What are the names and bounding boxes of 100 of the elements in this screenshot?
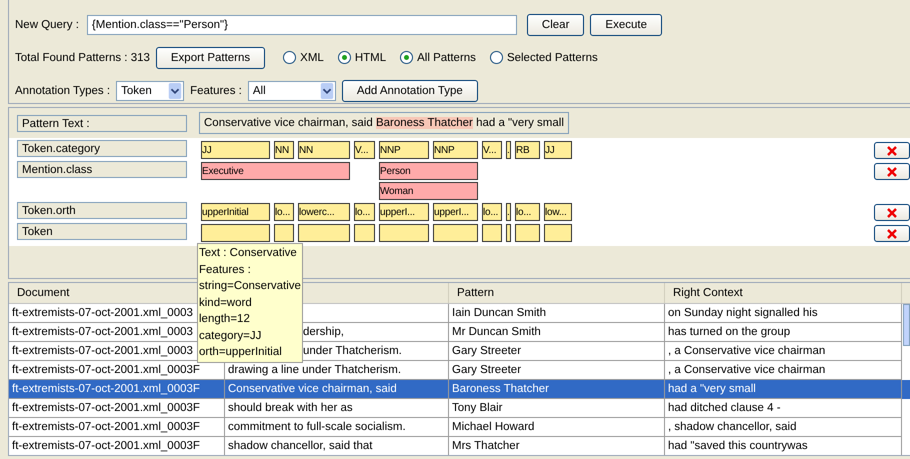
- token-box[interactable]: [354, 224, 375, 242]
- table-cell-text: Mrs Thatcher: [452, 440, 520, 452]
- annotation-row-label: Mention.class: [17, 161, 187, 178]
- scrollbar[interactable]: [903, 304, 910, 346]
- features-dropdown[interactable]: All: [248, 80, 336, 100]
- radio-icon[interactable]: [338, 51, 351, 64]
- table-cell-text: ft-extremists-07-oct-2001.xml_0003: [12, 307, 193, 319]
- annotation-box[interactable]: Executive: [201, 162, 350, 180]
- annotation-box[interactable]: lo...: [274, 203, 294, 221]
- table-cell-text: shadow chancellor, said that: [228, 440, 372, 452]
- caret-icon: [320, 82, 334, 98]
- table-cell-text: Michael Howard: [452, 421, 534, 433]
- annotation-box[interactable]: lo...: [515, 203, 540, 221]
- token-box[interactable]: [379, 224, 429, 242]
- token-box[interactable]: [274, 224, 294, 242]
- table-cell-text: Gary Streeter: [452, 364, 522, 376]
- annotation-box[interactable]: upperI...: [433, 203, 478, 221]
- table-cell-text: had "saved this countrywas: [668, 440, 808, 452]
- annotation-box[interactable]: Person: [379, 162, 478, 180]
- token-box[interactable]: [544, 224, 572, 242]
- query-button[interactable]: Execute: [590, 14, 662, 36]
- total-patterns-label: Total Found Patterns : 313: [15, 52, 150, 64]
- scope-radio[interactable]: All Patterns: [400, 51, 476, 64]
- token-box[interactable]: [298, 224, 350, 242]
- tooltip-line: orth=upperInitial: [199, 345, 283, 360]
- annotation-box[interactable]: V...: [482, 141, 502, 159]
- table-cell-text: had ditched clause 4 -: [668, 402, 781, 414]
- table-cell-text: on Sunday night signalled his: [668, 307, 818, 319]
- tooltip-line: Text : Conservative: [199, 246, 298, 261]
- delete-row-button[interactable]: [874, 225, 910, 242]
- token-box[interactable]: [515, 224, 540, 242]
- column-header[interactable]: Right Context: [673, 287, 743, 299]
- table-cell-text: ft-extremists-07-oct-2001.xml_0003: [12, 326, 193, 338]
- format-radio[interactable]: HTML: [338, 51, 386, 64]
- table-cell-text: , a Conservative vice chairman: [668, 364, 826, 376]
- table-cell-text: under Thatcherism.: [303, 345, 402, 357]
- annotation-type-dropdown[interactable]: Token: [116, 80, 184, 100]
- radio-icon[interactable]: [283, 51, 296, 64]
- annotation-box[interactable]: JJ: [544, 141, 572, 159]
- annotation-box[interactable]: low...: [544, 203, 572, 221]
- scope-radio[interactable]: Selected Patterns: [490, 51, 598, 64]
- delete-row-button[interactable]: [874, 163, 910, 180]
- token-box[interactable]: [506, 224, 511, 242]
- tooltip-line: length=12: [199, 312, 251, 327]
- column-header[interactable]: Pattern: [457, 287, 494, 299]
- table-cell-text: Tony Blair: [452, 402, 502, 414]
- annotation-box[interactable]: Woman: [379, 182, 478, 200]
- annotation-row-label: Token: [17, 223, 187, 240]
- table-cell-text: ft-extremists-07-oct-2001.xml_0003F: [12, 383, 200, 395]
- query-label: New Query :: [15, 18, 79, 30]
- annotation-box[interactable]: upperI...: [379, 203, 429, 221]
- table-cell-text: Conservative vice chairman, said: [228, 383, 397, 395]
- token-box[interactable]: [482, 224, 502, 242]
- token-box[interactable]: [433, 224, 478, 242]
- table-cell-text: ft-extremists-07-oct-2001.xml_0003F: [12, 440, 200, 452]
- tooltip-line: category=JJ: [199, 328, 262, 344]
- annotation-box[interactable]: lo...: [482, 203, 502, 221]
- export-button[interactable]: Export Patterns: [156, 46, 266, 68]
- close-icon: [886, 144, 898, 156]
- pattern-text-label: Pattern Text :: [17, 114, 187, 132]
- table-cell-text: drawing a line under Thatcherism.: [228, 364, 402, 376]
- table-cell-text: Iain Duncan Smith: [452, 307, 546, 319]
- format-radio[interactable]: XML: [283, 51, 324, 64]
- query-button[interactable]: Clear: [526, 14, 584, 36]
- table-cell-text: Baroness Thatcher: [452, 383, 549, 395]
- annotation-row-label: Token.category: [17, 140, 187, 157]
- radio-icon[interactable]: [490, 51, 503, 64]
- annotation-box[interactable]: .: [506, 141, 511, 159]
- annotation-box[interactable]: V...: [354, 141, 375, 159]
- delete-row-button[interactable]: [874, 204, 910, 221]
- table-cell-text: commitment to full-scale socialism.: [228, 421, 406, 433]
- annotation-box[interactable]: .: [506, 203, 511, 221]
- annotation-box[interactable]: NNP: [379, 141, 429, 159]
- annotation-box[interactable]: NN: [298, 141, 350, 159]
- annotation-box[interactable]: lowerc...: [298, 203, 350, 221]
- tooltip-line: kind=word: [199, 296, 253, 310]
- table-cell-text: Gary Streeter: [452, 345, 522, 357]
- query-field[interactable]: {Mention.class=="Person"}: [86, 14, 517, 34]
- radio-icon[interactable]: [400, 51, 414, 64]
- table-cell-text: , a Conservative vice chairman: [668, 345, 826, 357]
- annotation-box[interactable]: NNP: [433, 141, 478, 159]
- annotation-box[interactable]: RB: [515, 141, 540, 159]
- annotation-box[interactable]: JJ: [201, 141, 270, 159]
- annotation-box[interactable]: NN: [274, 141, 294, 159]
- table-cell-text: dership,: [303, 326, 344, 338]
- table-cell-text: has turned on the group: [668, 326, 790, 338]
- pattern-text: Conservative vice chairman, said Baroness Thatcher had a "very small: [199, 112, 569, 134]
- table-cell-text: had a "very small: [668, 383, 756, 395]
- annotation-box[interactable]: upperInitial: [201, 203, 270, 221]
- caret-icon: [168, 82, 182, 98]
- column-header[interactable]: Document: [17, 287, 70, 299]
- table-cell-text: , shadow chancellor, said: [668, 421, 796, 433]
- delete-row-button[interactable]: [874, 142, 910, 159]
- selected-table-row[interactable]: ft-extremists-07-oct-2001.xml_0003F Conservative vice chairman, said Baroness Thatcher had a "very small: [9, 380, 910, 399]
- table-cell-text: ft-extremists-07-oct-2001.xml_0003: [12, 345, 193, 357]
- token-box[interactable]: [201, 224, 270, 242]
- add-annotation-type-button[interactable]: Add Annotation Type: [342, 80, 478, 102]
- annotation-types-label: Annotation Types :: [15, 84, 110, 96]
- close-icon: [886, 206, 898, 218]
- annotation-box[interactable]: lo...: [354, 203, 375, 221]
